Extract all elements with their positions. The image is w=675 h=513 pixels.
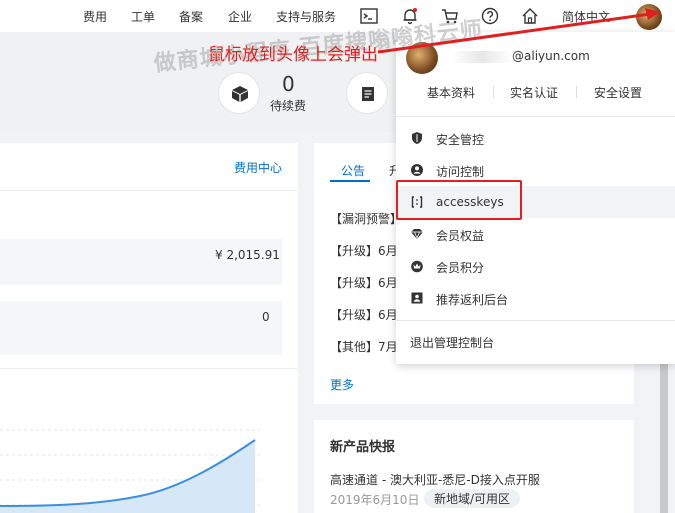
shield-icon [410,131,424,145]
annotation-text: 鼠标放到头像上会弹出 [208,45,378,65]
user-circle-icon [410,163,424,177]
nav-item-tickets[interactable]: 工单 [131,8,155,25]
divider [0,190,298,191]
diamond-icon [410,227,424,241]
menu-item-label: 安全管控 [436,133,485,147]
notice-item[interactable]: 【升级】6月 [330,274,398,291]
balance-box [0,239,282,285]
balance-amount: ¥ 2,015.91 [215,248,280,262]
billing-center-link[interactable]: 费用中心 [234,159,282,176]
link-separator [493,86,494,98]
highlight-box [396,180,522,220]
menu-item-label: 会员积分 [436,261,485,275]
tab-underline [330,180,370,182]
email-suffix: @aliyun.com [512,49,590,63]
language-switch[interactable]: 简体中文 [562,8,610,25]
news-item-date: 2019年6月10日 [330,493,420,507]
news-item-title[interactable]: 高速通道 - 澳大利亚-悉尼-D接入点开服 [330,471,540,488]
security-settings-link[interactable]: 安全设置 [594,84,642,101]
menu-divider [396,320,675,321]
home-icon[interactable] [520,6,540,26]
link-separator [576,86,577,98]
nav-item-icp[interactable]: 备案 [179,8,203,25]
menu-divider [396,116,675,117]
menu-item-referral[interactable]: 推荐返利后台 [396,282,675,314]
spend-trend-chart [0,429,260,513]
referral-icon [410,291,424,305]
account-email: @aliyun.com [452,49,590,63]
menu-item-label: 推荐返利后台 [436,293,509,307]
help-icon[interactable] [480,6,500,26]
box-icon [218,72,260,114]
notice-item[interactable]: 【升级】6月 [330,306,398,323]
nav-item-enterprise[interactable]: 企业 [228,8,252,25]
news-section-title: 新产品快报 [330,440,396,455]
email-mask [452,50,512,63]
pending-renewal-count[interactable]: 0 [282,72,295,96]
divider [0,368,298,369]
document-icon [346,72,388,114]
logout-button[interactable]: 退出管理控制台 [410,334,494,351]
menu-item-label: 访问控制 [436,165,485,179]
nav-item-support[interactable]: 支持与服务 [276,8,336,25]
nav-item-billing[interactable]: 费用 [83,8,107,25]
menu-item-member-benefits[interactable]: 会员权益 [396,218,675,250]
menu-item-security-control[interactable]: 安全管控 [396,122,675,154]
menu-item-label: 会员权益 [436,229,485,243]
points-icon [410,259,424,273]
user-avatar[interactable] [636,4,662,30]
pending-renewal-label: 待续费 [270,99,307,113]
profile-link[interactable]: 基本资料 [427,84,475,101]
real-name-auth-link[interactable]: 实名认证 [510,84,558,101]
secondary-value: 0 [262,310,270,324]
news-item-tag: 新地域/可用区 [424,489,521,508]
tab-notice[interactable]: 公告 [341,162,365,179]
scrollbar[interactable] [660,364,668,513]
notice-item[interactable]: 【其他】7月 [330,338,398,355]
menu-item-member-points[interactable]: 会员积分 [396,250,675,282]
account-links: 基本资料 实名认证 安全设置 [396,82,675,102]
more-link[interactable]: 更多 [330,376,354,393]
secondary-box [0,301,282,355]
notice-item[interactable]: 【漏洞预警】 [330,210,402,227]
notice-item[interactable]: 【升级】6月 [330,242,398,259]
